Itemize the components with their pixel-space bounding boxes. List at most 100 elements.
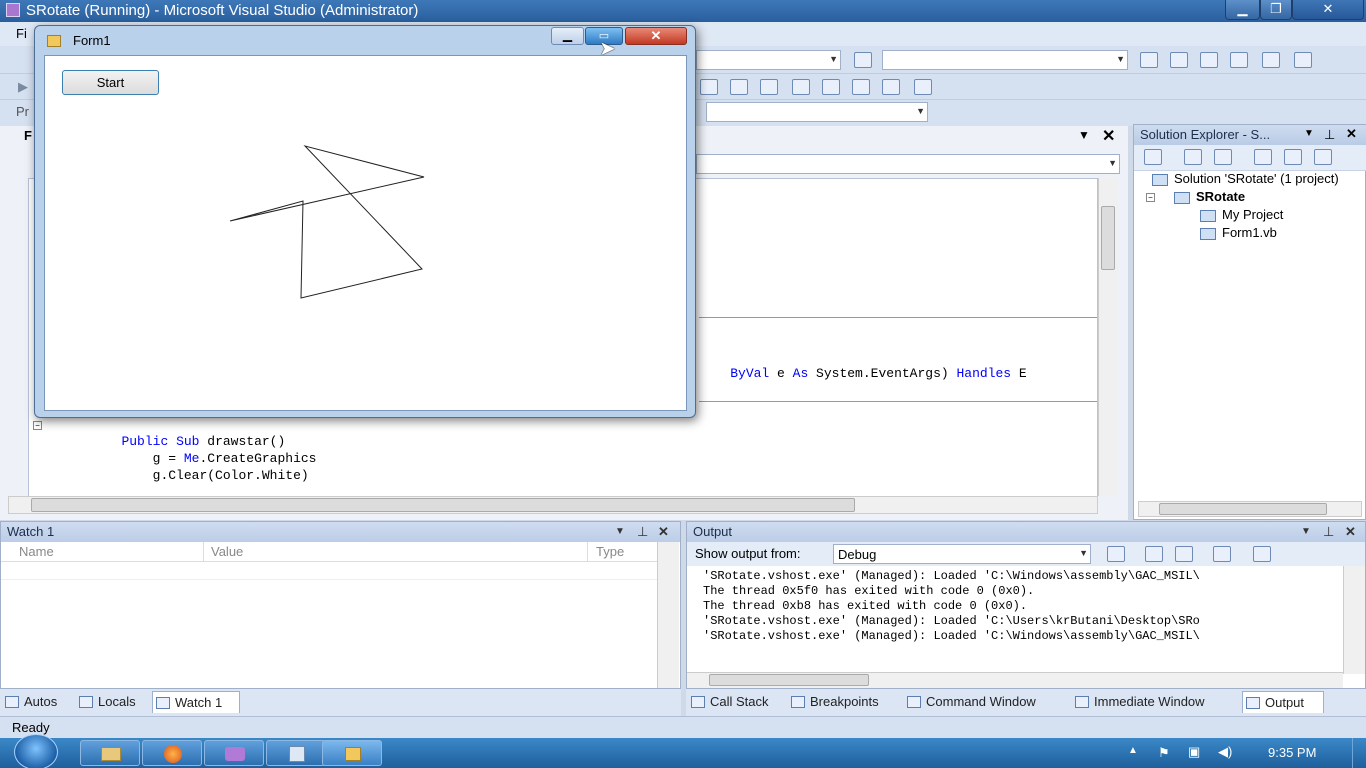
uncomment-icon[interactable] [730, 79, 748, 95]
taskbar-explorer-button[interactable] [80, 740, 140, 766]
form1-close-button[interactable]: ✕ [625, 27, 687, 45]
pane-close-icon[interactable]: ✕ [1102, 126, 1115, 146]
toolbox-icon[interactable] [1230, 52, 1248, 68]
properties-icon[interactable] [1170, 52, 1188, 68]
vs-close-button[interactable]: ✕ [1292, 0, 1364, 20]
properties-icon[interactable] [1144, 149, 1162, 165]
show-hidden-icons-icon[interactable]: ▲ [1128, 745, 1138, 756]
clock[interactable]: 9:35 PM [1268, 745, 1316, 760]
status-text: Ready [12, 720, 50, 735]
scroll-thumb[interactable] [31, 498, 855, 512]
dropdown-icon[interactable]: ▼ [615, 522, 625, 542]
start-orb-icon[interactable] [14, 734, 58, 768]
output-vertical-scrollbar[interactable] [1343, 566, 1365, 674]
window-layout-icon[interactable] [1294, 52, 1312, 68]
tree-item-form1[interactable]: Form1.vb [1200, 225, 1277, 240]
method-combo[interactable]: ▼ [696, 154, 1120, 174]
scroll-thumb[interactable] [1101, 206, 1115, 270]
collapse-icon[interactable]: − [1146, 193, 1155, 202]
code-text: g.Clear(Color.White) [152, 468, 309, 483]
editor-horizontal-scrollbar[interactable] [8, 496, 1098, 514]
action-center-icon[interactable]: ⚑ [1158, 745, 1170, 761]
column-header-name[interactable]: Name [19, 544, 54, 559]
watch-panel: Watch 1 ▼ ⊥ ✕ Name Value Type [0, 521, 681, 689]
solution-horizontal-scrollbar[interactable] [1138, 501, 1362, 517]
word-wrap-icon[interactable] [1253, 546, 1271, 562]
taskbar-firefox-button[interactable] [142, 740, 202, 766]
tab-watch-1[interactable]: Watch 1 [152, 691, 240, 713]
show-all-files-icon[interactable] [1184, 149, 1202, 165]
watch-vertical-scrollbar[interactable] [657, 542, 679, 688]
next-message-icon[interactable] [1175, 546, 1193, 562]
network-icon[interactable]: ▣ [1188, 744, 1200, 760]
watch-panel-header: Watch 1 [1, 522, 680, 542]
code-line-handler: ByVal e As System.EventArgs) Handles E [699, 351, 1026, 396]
play-icon[interactable]: ▶ [18, 79, 28, 95]
close-icon[interactable]: ✕ [1345, 522, 1356, 542]
next-bookmark-folder-icon[interactable] [882, 79, 900, 95]
comment-icon[interactable] [700, 79, 718, 95]
taskbar-form1-button[interactable] [322, 740, 382, 766]
editor-tab[interactable]: F [24, 128, 32, 143]
dropdown-icon[interactable]: ▼ [1304, 128, 1314, 139]
solution-explorer-toolbar [1134, 145, 1366, 171]
close-icon[interactable]: ✕ [1346, 126, 1357, 142]
form1-minimize-button[interactable]: ▁ [551, 27, 584, 45]
volume-icon[interactable]: ◀) [1218, 744, 1232, 760]
tab-call-stack[interactable]: Call Stack [688, 691, 786, 713]
clear-all-icon[interactable] [1213, 546, 1231, 562]
bookmark-icon[interactable] [760, 79, 778, 95]
tab-breakpoints[interactable]: Breakpoints [788, 691, 902, 713]
tab-command-window[interactable]: Command Window [904, 691, 1070, 713]
menu-file[interactable]: Fi [16, 26, 27, 41]
vs-minimize-button[interactable]: ▁ [1225, 0, 1260, 20]
start-page-icon[interactable] [1262, 52, 1280, 68]
object-browser-icon[interactable] [1200, 52, 1218, 68]
taskbar-visual-studio-button[interactable] [204, 740, 264, 766]
pin-icon[interactable]: ⊥ [637, 522, 648, 542]
refresh-icon[interactable] [1214, 149, 1232, 165]
editor-vertical-scrollbar[interactable] [1098, 178, 1118, 496]
find-icon[interactable] [1140, 52, 1158, 68]
view-designer-icon[interactable] [1284, 149, 1302, 165]
output-text-area[interactable]: 'SRotate.vshost.exe' (Managed): Loaded '… [687, 566, 1343, 676]
tree-item-project[interactable]: SRotate [1174, 189, 1245, 204]
tree-item-my-project[interactable]: My Project [1200, 207, 1283, 222]
vs-app-icon [6, 3, 20, 17]
pane-pin-icon[interactable]: ▼ [1078, 128, 1090, 142]
find-in-files-icon[interactable] [854, 52, 872, 68]
show-desktop-button[interactable] [1352, 738, 1366, 768]
dropdown-icon[interactable]: ▼ [1301, 522, 1311, 542]
clear-bookmarks-icon[interactable] [914, 79, 932, 95]
close-icon[interactable]: ✕ [658, 522, 669, 542]
command-window-icon [907, 696, 921, 708]
collapse-icon[interactable]: − [33, 421, 42, 430]
next-bookmark-icon[interactable] [822, 79, 840, 95]
prev-message-icon[interactable] [1145, 546, 1163, 562]
scroll-thumb[interactable] [1159, 503, 1327, 515]
code-keyword: ByVal [730, 366, 770, 381]
pin-icon[interactable]: ⊥ [1324, 127, 1335, 143]
tab-locals[interactable]: Locals [76, 691, 150, 713]
vs-maximize-button[interactable]: ❐ [1260, 0, 1292, 20]
tree-item-solution[interactable]: Solution 'SRotate' (1 project) [1152, 171, 1339, 186]
layout-combo[interactable]: ▼ [706, 102, 928, 122]
find-message-icon[interactable] [1107, 546, 1125, 562]
scroll-thumb[interactable] [709, 674, 869, 686]
prev-bookmark-icon[interactable] [792, 79, 810, 95]
output-horizontal-scrollbar[interactable] [687, 672, 1343, 688]
pin-icon[interactable]: ⊥ [1323, 522, 1334, 542]
tab-output[interactable]: Output [1242, 691, 1324, 713]
view-code-icon[interactable] [1254, 149, 1272, 165]
tab-immediate-window[interactable]: Immediate Window [1072, 691, 1240, 713]
taskbar-app-button[interactable] [266, 740, 326, 766]
watch-empty-row[interactable] [1, 562, 657, 580]
column-header-value[interactable]: Value [211, 544, 243, 559]
prev-bookmark-folder-icon[interactable] [852, 79, 870, 95]
column-header-type[interactable]: Type [596, 544, 624, 559]
output-source-combo[interactable]: Debug ▼ [833, 544, 1091, 564]
find-combo[interactable]: ▼ [882, 50, 1128, 70]
tab-autos[interactable]: Autos [2, 691, 74, 713]
solution-config-combo[interactable]: ▼ [696, 50, 841, 70]
class-view-icon[interactable] [1314, 149, 1332, 165]
